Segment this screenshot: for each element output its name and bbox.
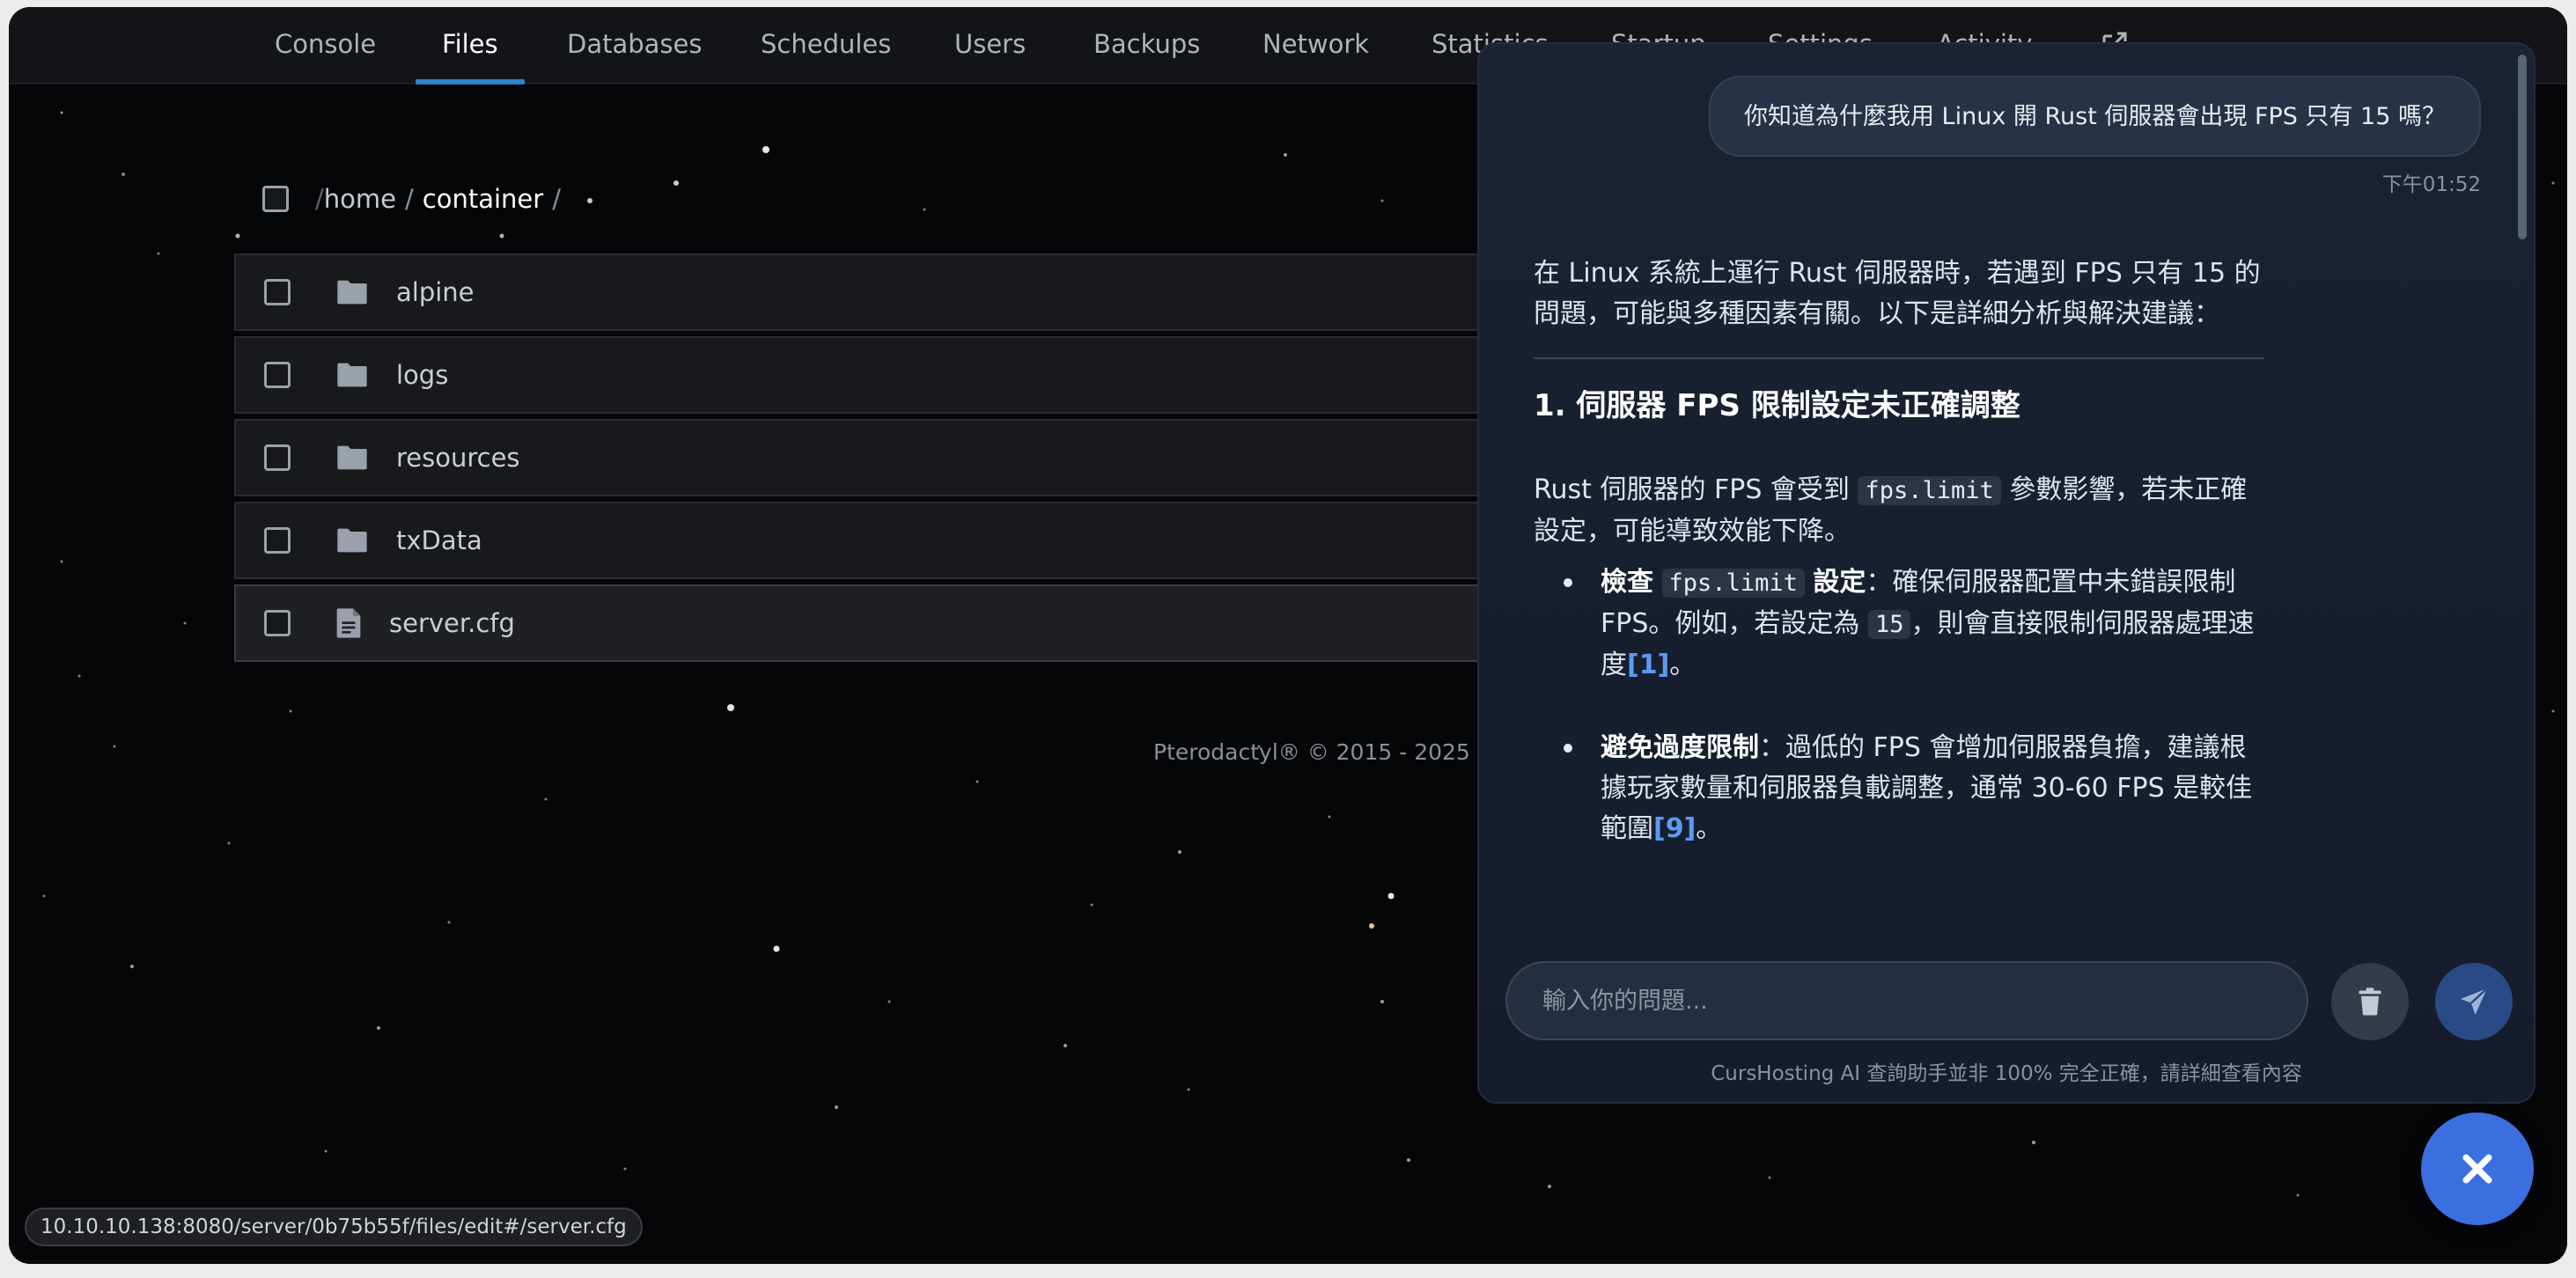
folder-icon <box>337 363 367 387</box>
active-tab-indicator <box>416 79 525 84</box>
chat-input[interactable] <box>1505 961 2308 1040</box>
ai-chat-panel: 你知道為什麼我用 Linux 開 Rust 伺服器會出現 FPS 只有 15 嗎… <box>1477 42 2536 1104</box>
reply-divider <box>1534 357 2264 359</box>
bullet-bold: 檢查 <box>1601 567 1653 598</box>
user-message-time: 下午01:52 <box>2381 173 2481 196</box>
file-name[interactable]: logs <box>396 360 448 390</box>
ai-disclaimer: CursHosting AI 查詢助手並非 100% 完全正確，請詳細查看內容 <box>1711 1062 2302 1085</box>
bullet-text: 。 <box>1669 650 1696 680</box>
app-window: Console Files Databases Schedules Users … <box>9 7 2567 1264</box>
file-row-txdata[interactable]: txData <box>234 502 1484 579</box>
folder-icon <box>337 445 367 470</box>
inline-code: 15 <box>1867 610 1911 639</box>
bullet-text: 。 <box>1696 813 1723 844</box>
reply-bullet-2: 避免過度限制：過低的 FPS 會增加伺服器負擔，建議根據玩家數量和伺服器負載調整… <box>1562 728 2264 849</box>
tab-console[interactable]: Console <box>275 7 376 84</box>
breadcrumb-separator: / <box>405 184 414 214</box>
row-checkbox[interactable] <box>264 527 291 554</box>
file-name[interactable]: txData <box>396 525 482 555</box>
reply-heading: 1. 伺服器 FPS 限制設定未正確調整 <box>1534 388 2020 423</box>
file-row-alpine[interactable]: alpine <box>234 253 1484 331</box>
breadcrumb-home[interactable]: home <box>324 184 396 214</box>
reply-bullet-list: 檢查 fps.limit 設定：確保伺服器配置中未錯誤限制 FPS。例如，若設定… <box>1534 562 2264 849</box>
tab-users[interactable]: Users <box>954 7 1026 84</box>
breadcrumb-path: /home / container / <box>315 184 570 214</box>
bullet-bold: 設定 <box>1813 567 1866 598</box>
close-chat-button[interactable] <box>2421 1113 2534 1225</box>
reply-text: Rust 伺服器的 FPS 會受到 <box>1534 474 1850 505</box>
send-button[interactable] <box>2435 963 2513 1040</box>
bullet-bold: 避免過度限制 <box>1601 732 1759 763</box>
send-icon <box>2461 988 2488 1015</box>
file-row-logs[interactable]: logs <box>234 336 1484 414</box>
file-row-resources[interactable]: resources <box>234 419 1484 496</box>
breadcrumb-separator-trailing: / <box>552 184 561 214</box>
tab-files[interactable]: Files <box>442 7 498 84</box>
row-checkbox[interactable] <box>264 444 291 471</box>
status-url: 10.10.10.138:8080/server/0b75b55f/files/… <box>25 1208 643 1246</box>
clear-chat-button[interactable] <box>2331 963 2409 1040</box>
close-icon <box>2462 1154 2492 1184</box>
tab-backups[interactable]: Backups <box>1093 7 1200 84</box>
copyright-footer: Pterodactyl® © 2015 - 2025 <box>1153 739 1470 765</box>
file-name[interactable]: server.cfg <box>389 608 515 638</box>
file-row-server-cfg[interactable]: server.cfg <box>234 584 1484 662</box>
reply-paragraph: Rust 伺服器的 FPS 會受到 fps.limit 參數影響，若未正確設定，… <box>1534 470 2264 552</box>
assistant-message: 在 Linux 系統上運行 Rust 伺服器時，若遇到 FPS 只有 15 的問… <box>1534 253 2264 892</box>
breadcrumb-current[interactable]: container <box>423 184 543 214</box>
select-all-checkbox[interactable] <box>262 186 289 212</box>
row-checkbox[interactable] <box>264 279 291 305</box>
inline-code: fps.limit <box>1858 476 2001 505</box>
breadcrumb: /home / container / <box>262 174 570 224</box>
tab-databases[interactable]: Databases <box>567 7 702 84</box>
trash-icon <box>2359 988 2381 1016</box>
folder-icon <box>337 280 367 305</box>
row-checkbox[interactable] <box>264 362 291 388</box>
reference-link[interactable]: [9] <box>1653 813 1696 844</box>
reply-bullet-1: 檢查 fps.limit 設定：確保伺服器配置中未錯誤限制 FPS。例如，若設定… <box>1562 562 2264 686</box>
file-name[interactable]: alpine <box>396 277 475 307</box>
tab-schedules[interactable]: Schedules <box>761 7 891 84</box>
file-name[interactable]: resources <box>396 443 520 473</box>
chat-scrollbar[interactable] <box>2518 55 2527 239</box>
breadcrumb-root[interactable]: / <box>315 184 324 214</box>
inline-code: fps.limit <box>1661 569 1805 598</box>
reply-intro: 在 Linux 系統上運行 Rust 伺服器時，若遇到 FPS 只有 15 的問… <box>1534 258 2261 329</box>
folder-icon <box>337 528 367 553</box>
user-message-bubble: 你知道為什麼我用 Linux 開 Rust 伺服器會出現 FPS 只有 15 嗎… <box>1708 76 2481 157</box>
tab-network[interactable]: Network <box>1262 7 1369 84</box>
reference-link[interactable]: [1] <box>1627 650 1669 680</box>
row-checkbox[interactable] <box>264 610 291 636</box>
file-text-icon <box>336 608 361 638</box>
